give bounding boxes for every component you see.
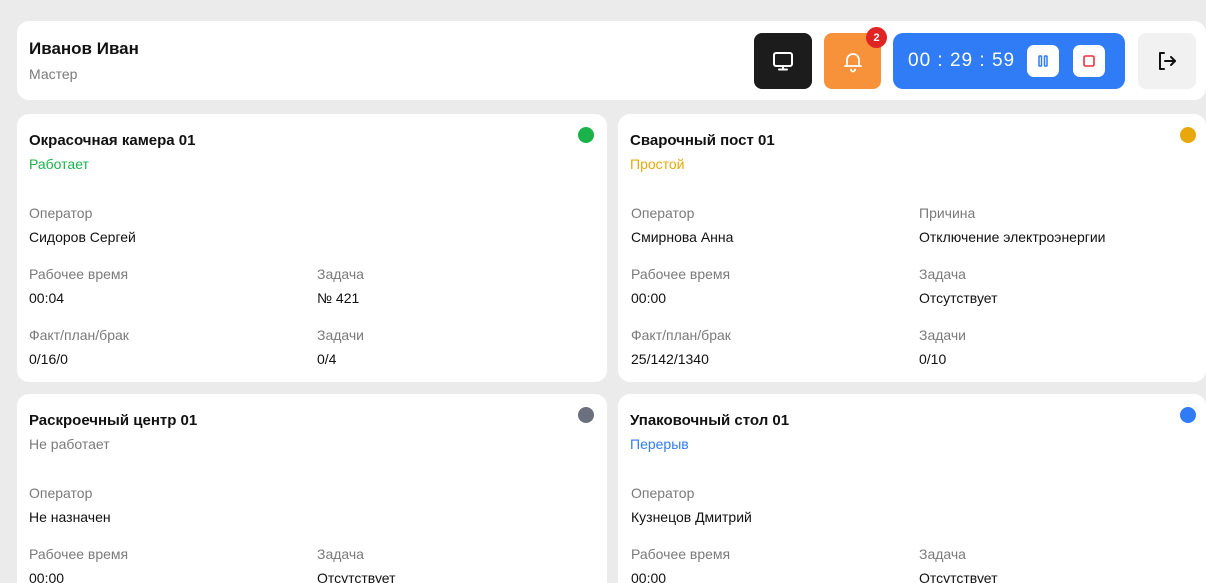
task-value: № 421 — [317, 290, 360, 306]
workstation-card[interactable]: Сварочный пост 01 Простой Оператор Смирн… — [618, 114, 1206, 382]
operator-label: Оператор — [29, 485, 93, 501]
task-label: Задача — [317, 546, 364, 562]
work-time-value: 00:00 — [29, 570, 65, 583]
logout-icon — [1159, 52, 1176, 70]
shift-timer: 00 : 29 : 59 — [893, 33, 1125, 89]
work-time-label: Рабочее время — [631, 546, 731, 562]
card-title: Сварочный пост 01 — [630, 132, 775, 149]
tasks-label: Задачи — [317, 327, 365, 343]
work-time-value: 00:00 — [631, 290, 667, 306]
work-time-value: 00:04 — [29, 290, 65, 306]
bell-icon — [843, 53, 862, 73]
pause-icon — [1038, 55, 1048, 67]
card-title: Раскроечный центр 01 — [29, 412, 198, 429]
tasks-label: Задачи — [919, 327, 967, 343]
monitor-icon — [773, 52, 793, 71]
logout-button[interactable] — [1138, 33, 1196, 89]
notifications-badge: 2 — [866, 27, 887, 48]
fact-label: Факт/план/брак — [29, 327, 129, 343]
monitor-button[interactable] — [754, 33, 812, 89]
fact-label: Факт/план/брак — [631, 327, 731, 343]
card-status: Работает — [29, 156, 89, 172]
task-value: Отсутствует — [919, 290, 998, 306]
card-title: Упаковочный стол 01 — [630, 412, 790, 429]
task-label: Задача — [317, 266, 364, 282]
operator-label: Оператор — [631, 205, 695, 221]
work-time-label: Рабочее время — [29, 266, 129, 282]
pause-button[interactable] — [1027, 45, 1059, 77]
work-time-label: Рабочее время — [29, 546, 129, 562]
fact-value: 25/142/1340 — [631, 351, 709, 367]
operator-label: Оператор — [631, 485, 695, 501]
fact-value: 0/16/0 — [29, 351, 68, 367]
status-dot — [578, 127, 594, 143]
work-time-label: Рабочее время — [631, 266, 731, 282]
operator-value: Смирнова Анна — [631, 229, 734, 245]
reason-label: Причина — [919, 205, 976, 221]
status-dot — [1180, 407, 1196, 423]
tasks-value: 0/10 — [919, 351, 947, 367]
card-title: Окрасочная камера 01 — [29, 132, 196, 149]
user-role: Мастер — [29, 66, 78, 82]
tasks-value: 0/4 — [317, 351, 337, 367]
card-status: Перерыв — [630, 436, 689, 452]
stop-button[interactable] — [1073, 45, 1105, 77]
card-status: Не работает — [29, 436, 110, 452]
work-time-value: 00:00 — [631, 570, 667, 583]
workstation-card[interactable]: Окрасочная камера 01 Работает Оператор С… — [17, 114, 607, 382]
notifications-button[interactable]: 2 — [824, 27, 887, 89]
operator-value: Кузнецов Дмитрий — [631, 509, 752, 525]
task-label: Задача — [919, 266, 966, 282]
card-status: Простой — [630, 156, 685, 172]
operator-label: Оператор — [29, 205, 93, 221]
timer-display: 00 : 29 : 59 — [908, 50, 1016, 71]
status-dot — [1180, 127, 1196, 143]
operator-value: Не назначен — [29, 509, 111, 525]
stop-icon — [1083, 55, 1095, 67]
task-label: Задача — [919, 546, 966, 562]
status-dot — [578, 407, 594, 423]
operator-value: Сидоров Сергей — [29, 229, 136, 245]
reason-value: Отключение электроэнергии — [919, 229, 1106, 245]
header-bar: Иванов Иван Мастер 2 00 : 29 : 59 — [17, 21, 1206, 100]
task-value: Отсутствует — [919, 570, 998, 583]
task-value: Отсутствует — [317, 570, 396, 583]
user-name: Иванов Иван — [29, 39, 139, 58]
workstation-card[interactable]: Раскроечный центр 01 Не работает Операто… — [17, 394, 607, 583]
workstation-card[interactable]: Упаковочный стол 01 Перерыв Оператор Куз… — [618, 394, 1206, 583]
